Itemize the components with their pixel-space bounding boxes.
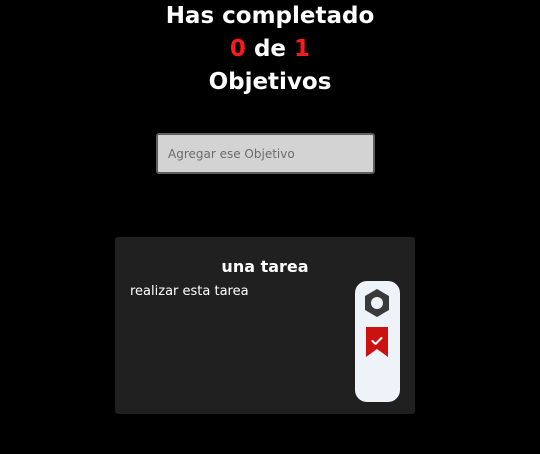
bookmark-check-icon[interactable]	[364, 327, 390, 357]
new-goal-input[interactable]	[158, 135, 373, 172]
hexagon-nut-icon[interactable]	[364, 288, 390, 318]
total-count: 1	[294, 36, 311, 62]
progress-heading: Has completado 0 de 1 Objetivos	[0, 0, 540, 99]
todo-app: Has completado 0 de 1 Objetivos una tare…	[0, 0, 540, 454]
counter-connector: de	[253, 36, 287, 62]
completed-count: 0	[229, 36, 246, 62]
task-card: una tarea realizar esta tarea	[115, 237, 415, 414]
heading-line-1: Has completado	[165, 3, 375, 29]
task-actions	[355, 281, 400, 402]
heading-counter: 0 de 1	[0, 33, 540, 66]
heading-line-3: Objetivos	[208, 69, 332, 95]
new-goal-field	[156, 133, 375, 174]
task-title: una tarea	[221, 257, 309, 276]
task-description: realizar esta tarea	[130, 284, 249, 299]
